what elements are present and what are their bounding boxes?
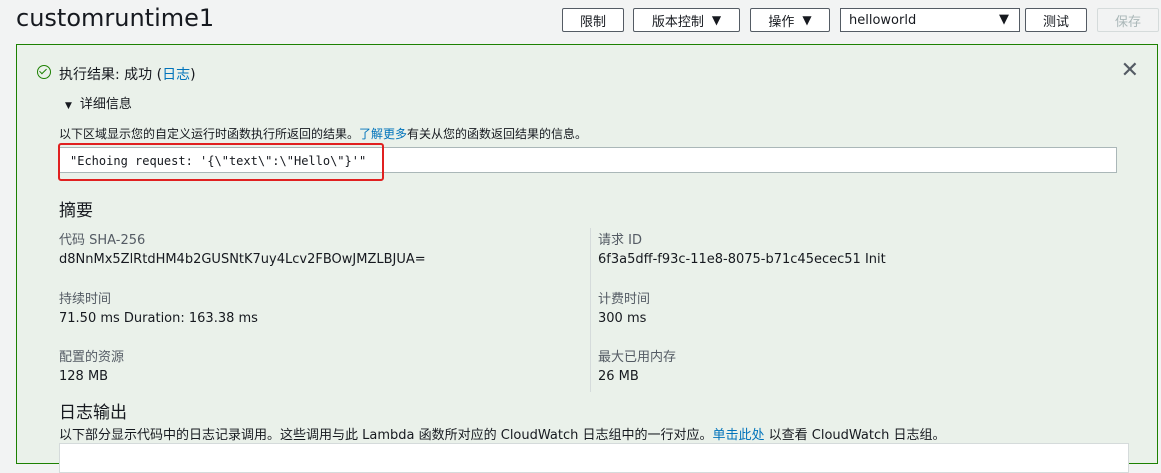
max-memory-label: 最大已用内存 <box>598 350 677 365</box>
function-title: customruntime1 <box>16 4 215 32</box>
status-close: ) <box>190 67 196 83</box>
execution-result-panel: 执行结果: 成功 (日志) ✕ ▼ 详细信息 以下区域显示您的自定义运行时函数执行… <box>16 44 1158 473</box>
billed-duration-value: 300 ms <box>598 311 647 326</box>
billed-duration-label: 计费时间 <box>598 292 651 307</box>
configured-resources-label: 配置的资源 <box>59 350 125 365</box>
throttle-button[interactable]: 限制 <box>562 8 624 32</box>
test-label: 测试 <box>1042 14 1069 30</box>
success-check-icon <box>37 65 51 79</box>
request-id-label: 请求 ID <box>598 233 642 248</box>
log-output-heading: 日志输出 <box>59 403 127 423</box>
request-id-value: 6f3a5dff-f93c-11e8-8075-b71c45ecec51 Ini… <box>598 252 886 267</box>
learn-more-link[interactable]: 了解更多 <box>359 127 407 141</box>
max-memory-value: 26 MB <box>598 369 639 384</box>
caret-down-icon: ▼ <box>999 12 1009 27</box>
click-here-link[interactable]: 单击此处 <box>712 428 764 443</box>
code-sha-value: d8NnMx5ZlRtdHM4b2GUSNtK7uy4Lcv2FBOwJMZLB… <box>59 252 426 267</box>
expanded-triangle-icon: ▼ <box>65 101 72 111</box>
status-text: 执行结果: 成功 ( <box>59 67 163 83</box>
save-button[interactable]: 保存 <box>1097 8 1159 32</box>
log-link[interactable]: 日志 <box>162 67 190 83</box>
duration-label: 持续时间 <box>59 292 112 307</box>
code-sha-label: 代码 SHA-256 <box>59 233 146 248</box>
close-icon[interactable]: ✕ <box>1121 60 1139 82</box>
summary-heading: 摘要 <box>59 201 93 221</box>
duration-value: 71.50 ms Duration: 163.38 ms <box>59 311 258 326</box>
version-control-label: 版本控制 <box>651 14 704 30</box>
execution-status: 执行结果: 成功 (日志) <box>59 64 196 84</box>
version-control-button[interactable]: 版本控制 ▼ <box>633 8 740 32</box>
throttle-label: 限制 <box>579 14 606 30</box>
details-label: 详细信息 <box>79 97 132 112</box>
log-description: 以下部分显示代码中的日志记录调用。这些调用与此 Lambda 函数所对应的 Cl… <box>59 428 946 443</box>
test-event-value: helloworld <box>849 12 917 28</box>
column-divider <box>590 228 591 392</box>
caret-down-icon: ▼ <box>711 13 722 27</box>
actions-label: 操作 <box>768 14 795 30</box>
actions-button[interactable]: 操作 ▼ <box>750 8 830 32</box>
test-event-select[interactable]: helloworld ▼ <box>840 8 1020 32</box>
log-output-box[interactable] <box>59 443 1129 473</box>
test-button[interactable]: 测试 <box>1025 8 1087 32</box>
caret-down-icon: ▼ <box>802 13 812 27</box>
save-label: 保存 <box>1114 14 1141 30</box>
configured-resources-value: 128 MB <box>59 369 109 384</box>
details-toggle[interactable]: ▼ 详细信息 <box>65 93 132 112</box>
highlight-annotation <box>58 143 384 181</box>
result-description: 以下区域显示您的自定义运行时函数执行所返回的结果。了解更多有关从您的函数返回结果… <box>59 127 588 141</box>
